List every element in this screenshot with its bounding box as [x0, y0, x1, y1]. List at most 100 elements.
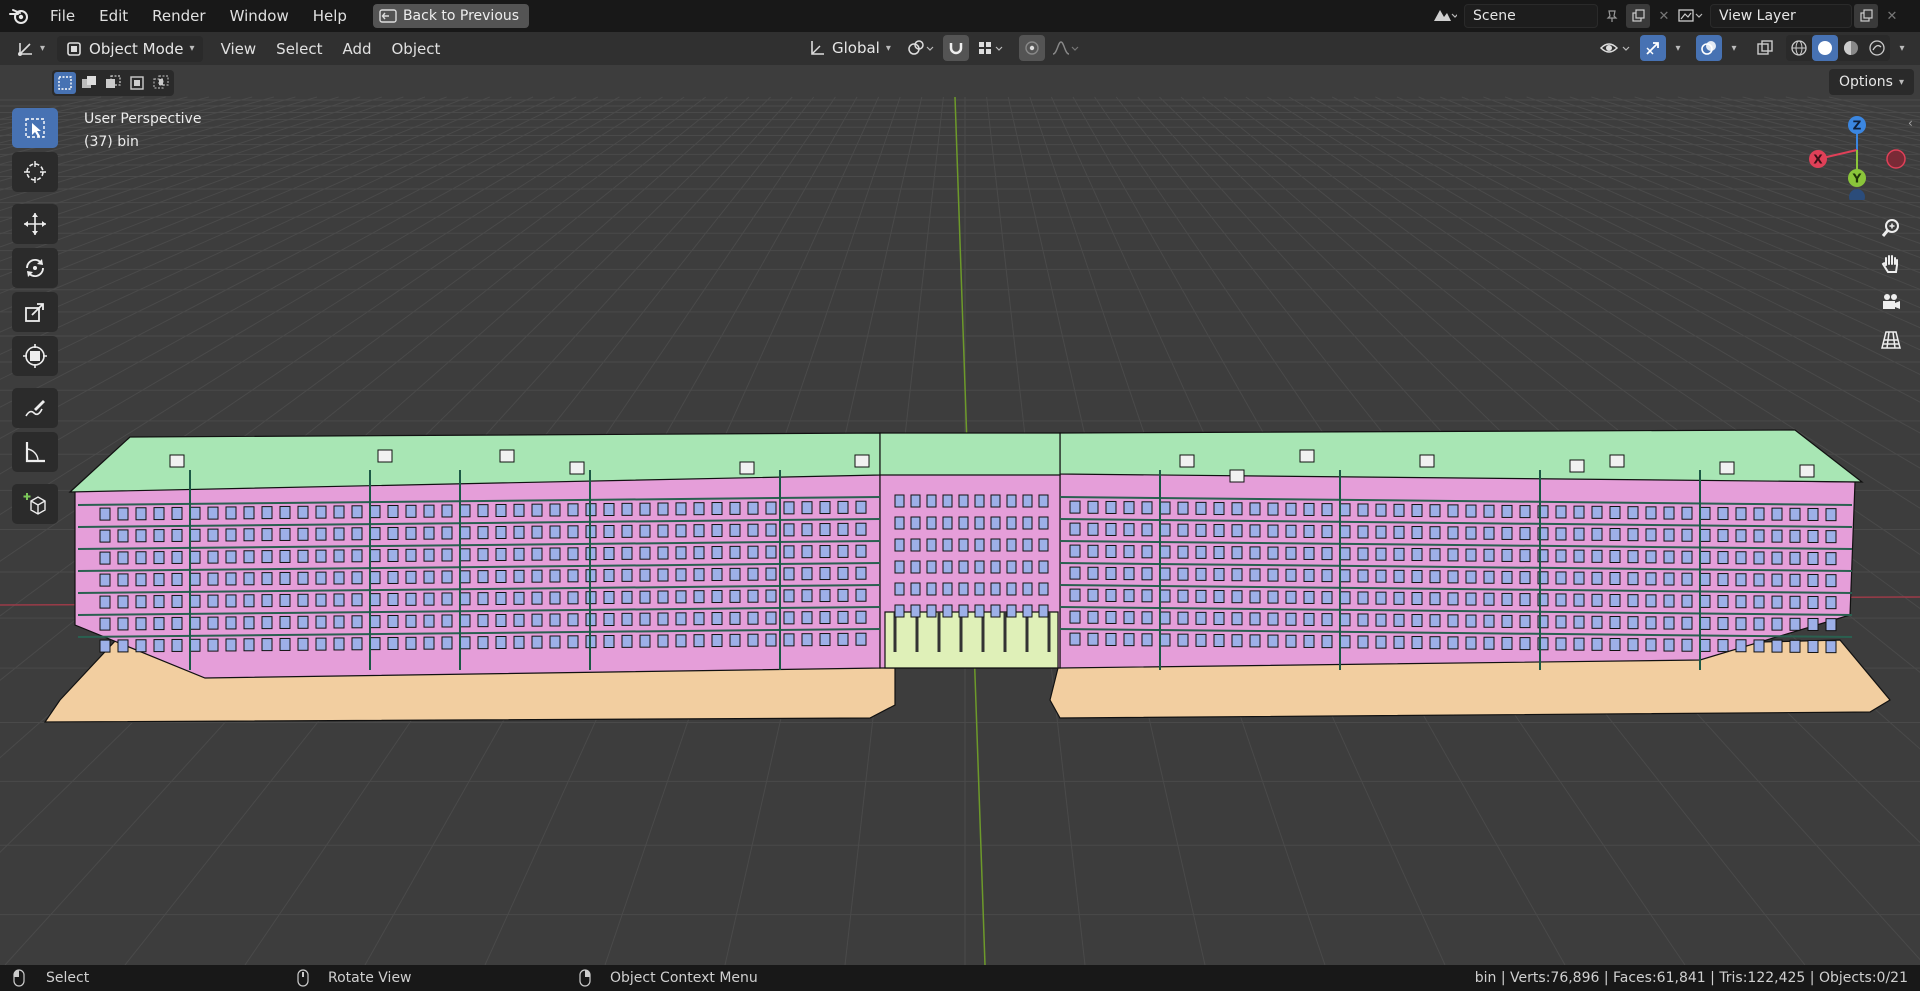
tool-add-cube[interactable] — [12, 484, 58, 524]
snap-toggle-button[interactable] — [942, 35, 969, 61]
window — [837, 522, 849, 536]
status-select-hint: Select — [12, 969, 89, 987]
snap-target-button[interactable] — [973, 35, 1009, 61]
window — [1411, 548, 1423, 562]
window — [243, 594, 255, 608]
window — [441, 636, 453, 650]
window — [1357, 569, 1369, 583]
axis-editor-icon — [18, 42, 32, 56]
window — [261, 550, 273, 564]
window — [1753, 573, 1765, 587]
tool-measure[interactable] — [12, 432, 58, 472]
window — [1141, 633, 1153, 647]
window — [1735, 551, 1747, 565]
shading-solid-button[interactable] — [1812, 35, 1838, 61]
new-scene-icon[interactable] — [1626, 4, 1650, 28]
tool-rotate[interactable] — [12, 248, 58, 288]
window — [207, 528, 219, 542]
select-new-button[interactable] — [54, 72, 76, 94]
window — [837, 632, 849, 646]
mouse-right-icon — [579, 969, 591, 987]
pin-scene-icon[interactable] — [1600, 4, 1624, 28]
blender-logo-icon[interactable] — [0, 0, 38, 32]
window — [279, 593, 291, 607]
menu-select[interactable]: Select — [268, 36, 330, 62]
options-dropdown[interactable]: Options ▾ — [1828, 69, 1914, 95]
view-layer-browse-icon[interactable] — [1672, 4, 1708, 28]
window — [603, 547, 615, 561]
window — [765, 567, 777, 581]
window — [1285, 568, 1297, 582]
window — [1375, 547, 1387, 561]
visibility-button[interactable] — [1596, 35, 1636, 61]
scene-name-field[interactable]: Scene — [1464, 4, 1598, 28]
mode-dropdown[interactable]: Object Mode ▾ — [57, 35, 203, 62]
chimney — [739, 461, 755, 475]
view-layer-field[interactable]: View Layer — [1710, 4, 1852, 28]
back-to-previous-button[interactable]: Back to Previous — [372, 4, 530, 28]
delete-view-layer-icon[interactable]: ✕ — [1880, 4, 1904, 28]
perspective-toggle-button[interactable] — [1874, 323, 1908, 357]
window — [1627, 506, 1639, 520]
select-intersect-button[interactable] — [150, 72, 172, 94]
3d-viewport[interactable] — [0, 65, 1920, 965]
pivot-point-button[interactable] — [903, 35, 939, 61]
tool-select-box[interactable] — [12, 108, 58, 148]
menu-view[interactable]: View — [213, 36, 265, 62]
window — [837, 500, 849, 514]
new-view-layer-icon[interactable] — [1854, 4, 1878, 28]
select-subtract-button[interactable] — [102, 72, 124, 94]
navigation-gizmo[interactable]: Z X Y — [1800, 110, 1910, 205]
status-context-hint: Object Context Menu — [578, 969, 758, 987]
camera-icon — [1883, 294, 1900, 309]
window — [531, 591, 543, 605]
menu-window[interactable]: Window — [218, 0, 301, 32]
perspective-label: User Perspective — [84, 111, 202, 127]
overlays-dropdown[interactable]: ▾ — [1726, 35, 1742, 61]
window — [657, 634, 669, 648]
menu-render[interactable]: Render — [140, 0, 217, 32]
shading-material-button[interactable] — [1838, 35, 1864, 61]
shading-wireframe-button[interactable] — [1786, 35, 1812, 61]
window — [459, 636, 471, 650]
menu-object[interactable]: Object — [384, 36, 449, 62]
active-object-label: (37) bin — [84, 134, 139, 150]
sidebar-expand-arrow[interactable]: ‹ — [1908, 116, 1913, 130]
gizmo-dropdown[interactable]: ▾ — [1670, 35, 1686, 61]
building-model — [43, 429, 1891, 723]
camera-view-button[interactable] — [1874, 285, 1908, 319]
menu-help[interactable]: Help — [301, 0, 359, 32]
tool-scale[interactable] — [12, 292, 58, 332]
tool-transform[interactable] — [12, 336, 58, 376]
menu-edit[interactable]: Edit — [87, 0, 140, 32]
editor-type-button[interactable]: ▾ — [8, 36, 53, 62]
window — [1735, 507, 1747, 521]
window — [351, 615, 363, 629]
tool-annotate[interactable] — [12, 388, 58, 428]
pan-button[interactable] — [1874, 247, 1908, 281]
tool-cursor[interactable] — [12, 152, 58, 192]
window — [1213, 546, 1225, 560]
shading-rendered-button[interactable] — [1864, 35, 1890, 61]
xray-toggle-button[interactable] — [1752, 35, 1778, 61]
transform-orientation-dropdown[interactable]: Global ▾ — [800, 35, 899, 61]
axis-gizmo[interactable]: Z X Y — [1800, 110, 1910, 205]
proportional-edit-button[interactable] — [1018, 35, 1045, 61]
tool-move[interactable] — [12, 204, 58, 244]
gizmo-toggle-button[interactable] — [1640, 35, 1666, 61]
window — [783, 567, 795, 581]
scene-browse-icon[interactable] — [1426, 4, 1462, 28]
overlays-toggle-button[interactable] — [1696, 35, 1722, 61]
select-extend-button[interactable] — [78, 72, 100, 94]
menu-file[interactable]: File — [38, 0, 87, 32]
window — [459, 614, 471, 628]
zoom-button[interactable] — [1874, 211, 1908, 245]
window — [942, 582, 953, 596]
select-invert-button[interactable] — [126, 72, 148, 94]
window — [1231, 546, 1243, 560]
shading-dropdown[interactable]: ▾ — [1894, 35, 1910, 61]
window — [783, 589, 795, 603]
window — [1483, 570, 1495, 584]
menu-add[interactable]: Add — [334, 36, 379, 62]
falloff-button[interactable] — [1049, 35, 1083, 61]
